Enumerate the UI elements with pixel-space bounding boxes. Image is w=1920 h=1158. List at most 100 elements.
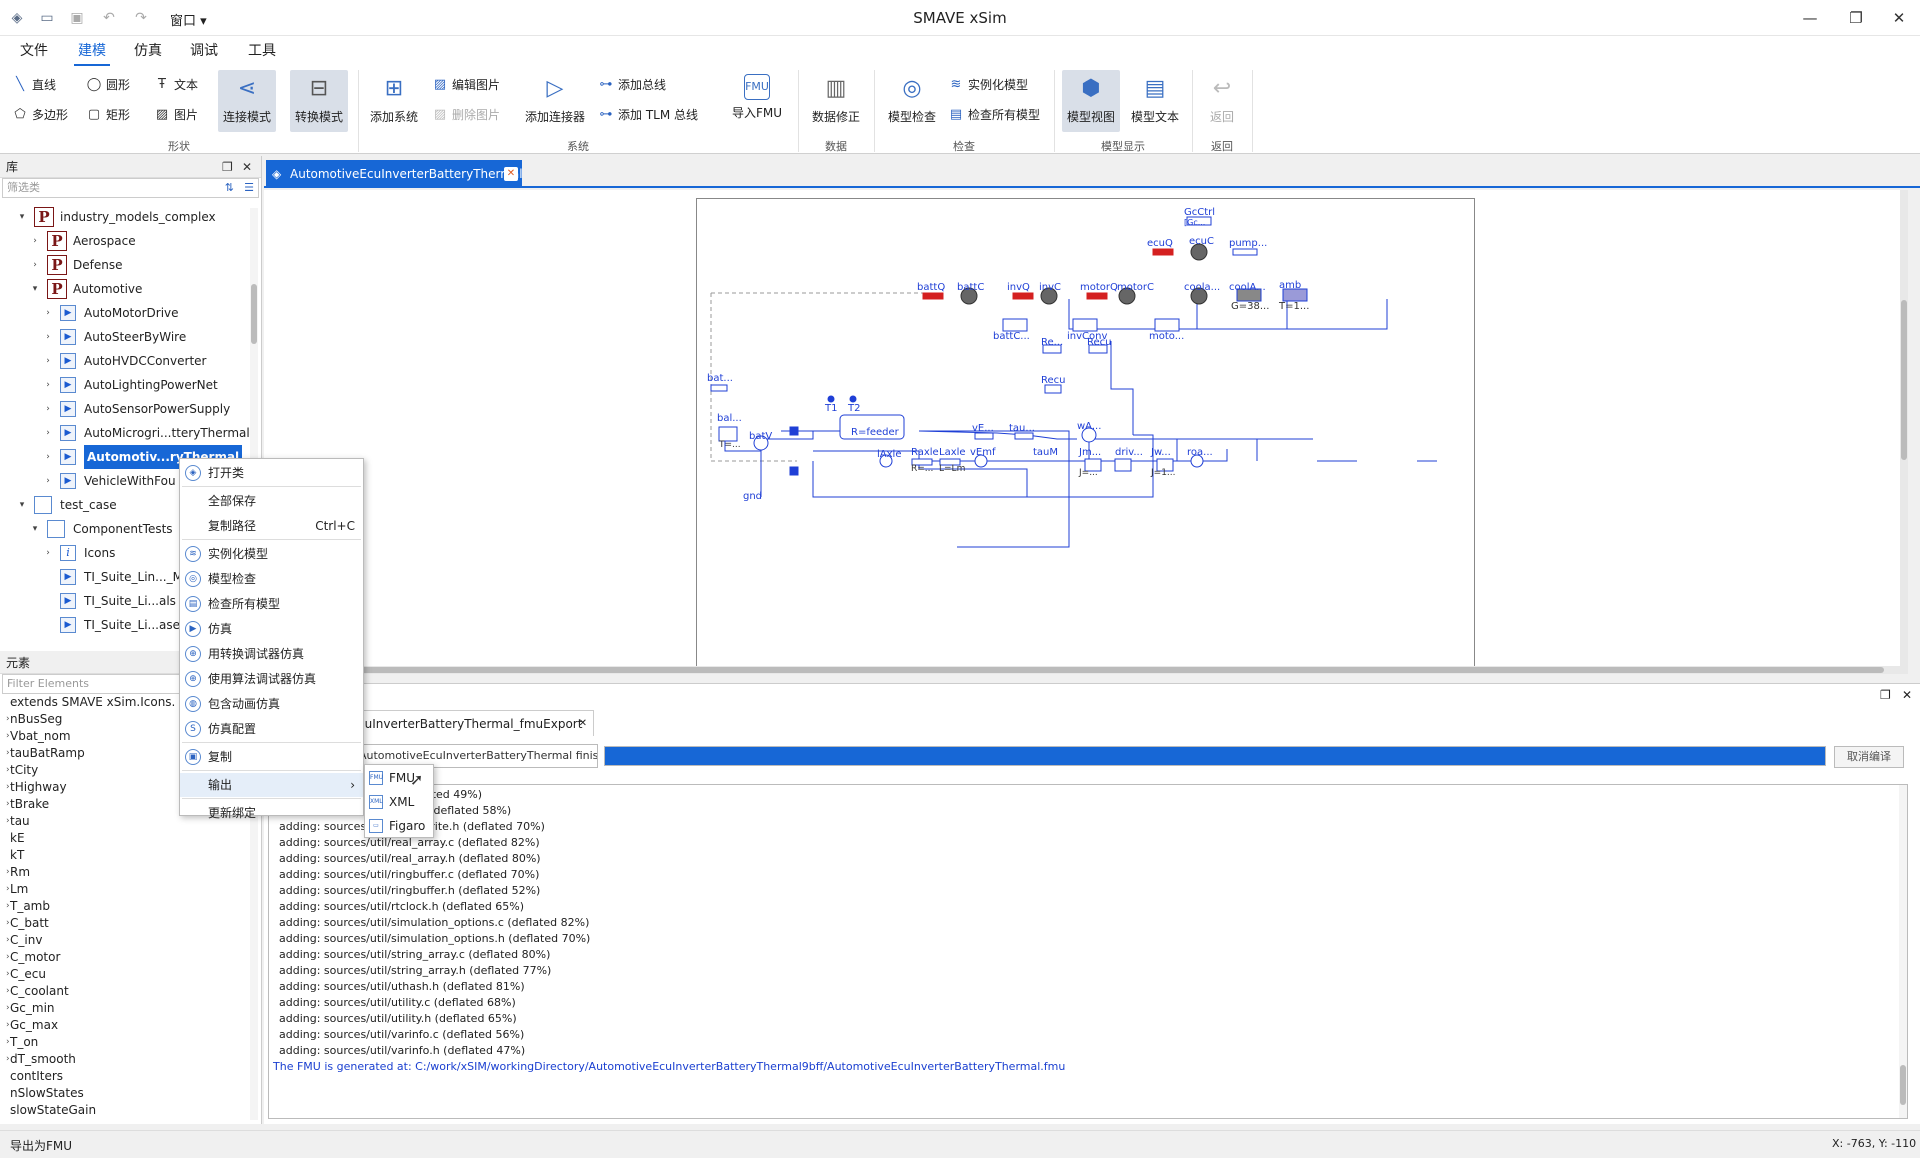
chevron-right-icon[interactable]: › [6, 1017, 10, 1034]
context-menu-item[interactable]: ≋ 实例化模型 [180, 542, 363, 566]
cancel-compile-button[interactable]: 取消编译 [1834, 746, 1904, 768]
chevron-down-icon[interactable]: ▾ [16, 493, 28, 517]
element-item[interactable]: › tBrake [6, 796, 49, 813]
library-tree-item[interactable]: › ▶ VehicleWithFou [42, 469, 176, 493]
element-item[interactable]: › Lm [6, 881, 28, 898]
menu-debug[interactable]: 调试 [186, 36, 222, 66]
element-item[interactable]: › C_inv [6, 932, 42, 949]
chevron-right-icon[interactable]: › [29, 253, 41, 277]
chevron-right-icon[interactable]: › [6, 915, 10, 932]
tree-filter-icon[interactable]: ☰ [244, 179, 254, 197]
add-bus-button[interactable]: ⊶ 添加总线 [598, 76, 667, 93]
element-item[interactable]: kE [10, 830, 25, 847]
chevron-right-icon[interactable]: › [42, 397, 54, 421]
chevron-down-icon[interactable]: ▾ [16, 205, 28, 229]
chevron-right-icon[interactable]: › [6, 813, 10, 830]
image-tool[interactable]: ▨ 图片 [154, 106, 198, 123]
delete-image-button[interactable]: ▨ 删除图片 [432, 106, 500, 123]
context-menu-item[interactable]: ◎ 模型检查 [180, 567, 363, 591]
chevron-right-icon[interactable]: › [42, 445, 54, 469]
library-tree-item[interactable]: › ▶ AutoSensorPowerSupply [42, 397, 230, 421]
element-item[interactable]: › T_amb [6, 898, 50, 915]
element-item[interactable]: slowStateGain [10, 1102, 96, 1119]
connect-mode-button[interactable]: ⋖ 连接模式 [218, 70, 276, 132]
add-tlm-bus-button[interactable]: ⊶ 添加 TLM 总线 [598, 106, 699, 123]
add-system-button[interactable]: ⊞ 添加系统 [366, 74, 422, 125]
library-tree-item[interactable]: › ▶ AutoMicrogri...tteryThermal [42, 421, 250, 445]
check-all-models-button[interactable]: ▤ 检查所有模型 [948, 106, 1040, 123]
export-submenu-item[interactable]: XML XML [365, 790, 433, 814]
float-panel-icon[interactable]: ❐ [1880, 688, 1891, 702]
chevron-right-icon[interactable]: › [6, 932, 10, 949]
chevron-right-icon[interactable]: › [6, 1034, 10, 1051]
library-tree-item[interactable]: ▾ test_case [16, 493, 117, 517]
library-tree-item[interactable]: ▾ Pindustry_models_complex [16, 205, 216, 229]
chevron-right-icon[interactable]: › [6, 762, 10, 779]
chevron-right-icon[interactable]: › [42, 541, 54, 565]
library-tree-item[interactable]: › i Icons [42, 541, 115, 565]
back-button[interactable]: ↩ 返回 [1198, 74, 1246, 125]
element-item[interactable]: › C_batt [6, 915, 49, 932]
element-item[interactable]: › C_motor [6, 949, 60, 966]
chevron-right-icon[interactable]: › [6, 864, 10, 881]
element-item[interactable]: › Vbat_nom [6, 728, 71, 745]
chevron-right-icon[interactable]: › [42, 301, 54, 325]
chevron-right-icon[interactable]: › [6, 796, 10, 813]
menu-file[interactable]: 文件 [16, 36, 52, 66]
chevron-right-icon[interactable]: › [6, 779, 10, 796]
element-item[interactable]: › dT_smooth [6, 1051, 76, 1068]
chevron-right-icon[interactable]: › [6, 1051, 10, 1068]
element-item[interactable]: › nBusSeg [6, 711, 62, 728]
element-item[interactable]: › tau [6, 813, 30, 830]
library-tree-item[interactable]: › P Aerospace [29, 229, 136, 253]
library-tree-item[interactable]: ▶ TI_Suite_Lin..._M [42, 565, 183, 589]
sort-icon[interactable]: ⇅ [225, 179, 234, 197]
close-icon[interactable]: ✕ [242, 156, 252, 178]
context-menu-item[interactable]: 输出 › [180, 773, 363, 797]
model-tab[interactable]: ◈ AutomotiveEcuInverterBatteryThermal ✕ [266, 160, 522, 188]
text-tool[interactable]: Ŧ 文本 [154, 76, 198, 93]
chevron-down-icon[interactable]: ▾ [29, 517, 41, 541]
convert-mode-button[interactable]: ⊟ 转换模式 [290, 70, 348, 132]
rect-tool[interactable]: ▢ 矩形 [86, 106, 130, 123]
menu-simulation[interactable]: 仿真 [130, 36, 166, 66]
model-view-button[interactable]: ⬢ 模型视图 [1062, 70, 1120, 132]
line-tool[interactable]: ╲ 直线 [12, 76, 56, 93]
close-button[interactable]: ✕ [1876, 0, 1920, 36]
chevron-right-icon[interactable]: › [6, 898, 10, 915]
canvas-horizontal-scrollbar[interactable] [264, 666, 1900, 674]
chevron-down-icon[interactable]: ▾ [29, 277, 41, 301]
canvas-vertical-scrollbar[interactable] [1900, 190, 1908, 674]
element-item[interactable]: contIters [10, 1068, 63, 1085]
context-menu-item[interactable]: 复制路径 Ctrl+C [180, 514, 363, 538]
chevron-right-icon[interactable]: › [6, 711, 10, 728]
element-item[interactable]: nSlowStates [10, 1085, 84, 1102]
library-tree-item[interactable]: › ▶ AutoSteerByWire [42, 325, 186, 349]
edit-image-button[interactable]: ▨ 编辑图片 [432, 76, 500, 93]
chevron-right-icon[interactable]: › [6, 966, 10, 983]
context-menu-item[interactable]: ⊕ 用转换调试器仿真 [180, 642, 363, 666]
context-menu-item[interactable]: ▤ 检查所有模型 [180, 592, 363, 616]
export-submenu-item[interactable]: ▭ Figaro [365, 814, 433, 838]
close-tab-icon[interactable]: ✕ [579, 711, 587, 736]
chevron-right-icon[interactable]: › [42, 421, 54, 445]
close-tab-icon[interactable]: ✕ [504, 167, 518, 181]
element-item[interactable]: › Rm [6, 864, 30, 881]
model-check-button[interactable]: ◎ 模型检查 [882, 74, 942, 125]
chevron-right-icon[interactable]: › [42, 373, 54, 397]
close-panel-icon[interactable]: ✕ [1902, 688, 1912, 702]
ellipse-tool[interactable]: ◯ 圆形 [86, 76, 130, 93]
context-menu-item[interactable]: ▶ 仿真 [180, 617, 363, 641]
chevron-right-icon[interactable]: › [6, 949, 10, 966]
context-menu-item[interactable]: ⊕ 使用算法调试器仿真 [180, 667, 363, 691]
restore-button[interactable]: ❐ [1833, 0, 1879, 36]
element-item[interactable]: extends SMAVE xSim.Icons. [10, 694, 175, 711]
library-tree-item[interactable]: ▶ TI_Suite_Li...ase [42, 613, 180, 637]
element-item[interactable]: › C_ecu [6, 966, 46, 983]
element-item[interactable]: › Gc_min [6, 1000, 55, 1017]
chevron-right-icon[interactable]: › [42, 325, 54, 349]
element-item[interactable]: › tHighway [6, 779, 67, 796]
log-scrollbar[interactable] [1899, 785, 1907, 1118]
chevron-right-icon[interactable]: › [6, 728, 10, 745]
add-connector-button[interactable]: ▷ 添加连接器 [524, 74, 586, 125]
